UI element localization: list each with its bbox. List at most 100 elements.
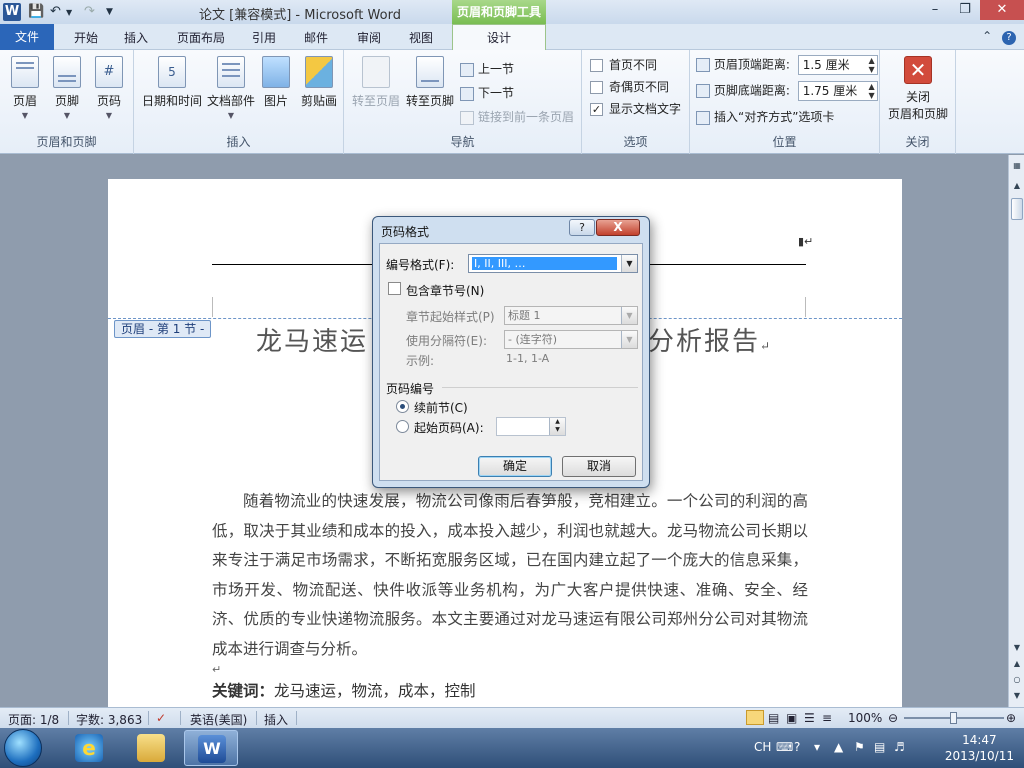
zoom-in-icon[interactable]: ⊕ — [1006, 711, 1016, 725]
insert-mode[interactable]: 插入 — [264, 711, 288, 728]
restore-button[interactable]: ❐ — [950, 0, 980, 20]
zoom-slider-thumb[interactable] — [950, 712, 957, 724]
word-app-icon[interactable]: W — [3, 3, 21, 21]
taskbar-word[interactable]: W — [184, 730, 238, 766]
close-window-button[interactable]: ✕ — [980, 0, 1024, 20]
page-count[interactable]: 页面: 1/8 — [8, 711, 59, 728]
group-label-navigation: 导航 — [450, 135, 475, 149]
document-title-right[interactable]: 分析报告↵ — [648, 321, 772, 358]
page-number-button[interactable]: # 页码 ▼ — [86, 56, 132, 120]
save-icon[interactable]: 💾 — [28, 4, 44, 19]
different-first-page-checkbox[interactable]: 首页不同 — [590, 56, 657, 73]
dialog-help-button[interactable]: ? — [569, 219, 595, 236]
abstract-paragraph[interactable]: 随着物流业的快速发展，物流公司像雨后春笋般，竞相建立。一个公司的利润的高低，取决… — [212, 487, 808, 664]
proofing-icon[interactable]: ✓ — [156, 711, 166, 725]
tab-home[interactable]: 开始 — [64, 28, 108, 50]
footer-bottom-input[interactable]: 1.75 厘米 ▲ ▼ — [797, 81, 878, 101]
collapse-ribbon-icon[interactable]: ⌃ — [982, 29, 992, 43]
clock[interactable]: 14:47 2013/10/11 — [945, 732, 1014, 764]
ok-button[interactable]: 确定 — [478, 456, 552, 477]
scroll-up-arrow-icon[interactable]: ▲ — [1010, 179, 1024, 193]
undo-dropdown-icon[interactable]: ▼ — [66, 8, 72, 17]
document-body[interactable]: 随着物流业的快速发展，物流公司像雨后春笋般，竞相建立。一个公司的利润的高低，取决… — [212, 487, 808, 664]
goto-header-button[interactable]: 转至页眉 — [350, 56, 402, 109]
goto-footer-button[interactable]: 转至页脚 — [404, 56, 456, 109]
status-bar: 页面: 1/8 字数: 3,863 ✓ 英语(美国) 插入 ▤ ▣ ☰ ≡ 10… — [0, 707, 1024, 728]
undo-icon[interactable]: ↶ — [50, 4, 61, 19]
start-at-input[interactable]: ▲ ▼ — [496, 417, 566, 436]
include-chapter-checkbox[interactable] — [388, 282, 401, 295]
clipart-button[interactable]: 剪贴画 — [298, 56, 340, 109]
chapter-style-value: 标题 1 — [508, 309, 541, 322]
cancel-button[interactable]: 取消 — [562, 456, 636, 477]
outline-view-icon[interactable]: ☰ — [804, 711, 815, 725]
next-page-icon[interactable]: ▼ — [1010, 689, 1024, 703]
tab-review[interactable]: 审阅 — [349, 28, 389, 50]
divider — [148, 711, 149, 725]
help-icon[interactable]: ? — [1002, 31, 1016, 45]
previous-page-icon[interactable]: ▲ — [1010, 657, 1024, 671]
help-icon[interactable]: ? — [794, 740, 800, 754]
flag-icon[interactable]: ⚑ — [854, 740, 865, 754]
quickparts-button[interactable]: 文档部件 ▼ — [206, 56, 256, 120]
zoom-out-icon[interactable]: ⊖ — [888, 711, 898, 725]
close-header-footer-button[interactable]: ✕ 关闭 页眉和页脚 — [882, 56, 954, 122]
header-top-input[interactable]: 1.5 厘米 ▲ ▼ — [797, 55, 878, 75]
different-odd-even-checkbox[interactable]: 奇偶页不同 — [590, 78, 669, 95]
footer-bottom-label: 页脚底端距离: — [713, 83, 790, 98]
select-browse-object-icon[interactable]: ○ — [1010, 673, 1024, 687]
continue-radio[interactable] — [396, 400, 409, 413]
document-title-left[interactable]: 龙马速运 — [256, 321, 368, 358]
web-layout-view-icon[interactable]: ▣ — [786, 711, 797, 725]
scroll-down-arrow-icon[interactable]: ▼ — [1010, 641, 1024, 655]
full-screen-view-icon[interactable]: ▤ — [768, 711, 779, 725]
print-layout-view-icon[interactable] — [746, 710, 764, 725]
number-format-select[interactable]: I, II, III, … ▼ — [468, 254, 638, 273]
zoom-level[interactable]: 100% — [848, 711, 882, 725]
tab-insert[interactable]: 插入 — [116, 28, 156, 50]
word-count[interactable]: 字数: 3,863 — [76, 711, 142, 728]
tab-view[interactable]: 视图 — [401, 28, 441, 50]
spin-arrows-icon[interactable]: ▲ ▼ — [869, 82, 875, 100]
taskbar-ie[interactable]: e — [62, 730, 116, 766]
show-hidden-icons-icon[interactable]: ▲ — [834, 740, 843, 754]
link-previous-button[interactable]: 链接到前一条页眉 — [460, 108, 574, 125]
spin-arrows-icon[interactable]: ▲ ▼ — [549, 418, 565, 435]
tab-mailings[interactable]: 邮件 — [296, 28, 336, 50]
header-button[interactable]: 页眉 ▼ — [2, 56, 48, 120]
previous-section-button[interactable]: 上一节 — [460, 60, 514, 77]
dialog-close-button[interactable]: X — [596, 219, 640, 236]
picture-button[interactable]: 图片 — [256, 56, 296, 109]
minimize-button[interactable]: – — [920, 0, 950, 20]
internet-explorer-icon: e — [75, 734, 103, 762]
keyboard-icon[interactable]: ⌨ — [776, 740, 793, 754]
language-indicator[interactable]: 英语(美国) — [190, 711, 247, 728]
ime-indicator[interactable]: CH — [754, 740, 771, 754]
tab-design[interactable]: 设计 — [452, 24, 546, 51]
start-button[interactable] — [4, 729, 42, 767]
chevron-down-icon[interactable]: ▼ — [621, 255, 637, 272]
network-icon[interactable]: ▤ — [874, 740, 885, 754]
vertical-scrollbar[interactable]: ▦ ▲ ▼ ▲ ○ ▼ — [1008, 155, 1024, 707]
tab-references[interactable]: 引用 — [244, 28, 284, 50]
next-section-button[interactable]: 下一节 — [460, 84, 514, 101]
spin-arrows-icon[interactable]: ▲ ▼ — [869, 56, 875, 74]
tab-file[interactable]: 文件 — [0, 24, 54, 50]
scroll-thumb[interactable] — [1011, 198, 1023, 220]
ruler-toggle-icon[interactable]: ▦ — [1010, 159, 1024, 173]
footer-button[interactable]: 页脚 ▼ — [44, 56, 90, 120]
insert-align-tab-button[interactable]: 插入“对齐方式”选项卡 — [696, 108, 834, 125]
separator-select[interactable]: - (连字符) ▼ — [504, 330, 638, 349]
taskbar-explorer[interactable] — [124, 730, 178, 766]
customize-quick-access-icon[interactable]: ▼ — [106, 7, 113, 17]
redo-icon[interactable]: ↷ — [84, 4, 95, 19]
options-icon[interactable]: ▾ — [814, 740, 820, 754]
show-document-text-checkbox[interactable]: ✓ 显示文档文字 — [590, 100, 681, 117]
tab-page-layout[interactable]: 页面布局 — [170, 28, 232, 50]
chapter-style-select[interactable]: 标题 1 ▼ — [504, 306, 638, 325]
volume-icon[interactable]: ♬ — [894, 740, 905, 754]
keywords-line[interactable]: 关键词：龙马速运，物流，成本，控制 — [212, 679, 476, 701]
datetime-button[interactable]: 5 日期和时间 — [138, 56, 206, 109]
start-at-radio[interactable] — [396, 420, 409, 433]
draft-view-icon[interactable]: ≡ — [822, 711, 832, 725]
